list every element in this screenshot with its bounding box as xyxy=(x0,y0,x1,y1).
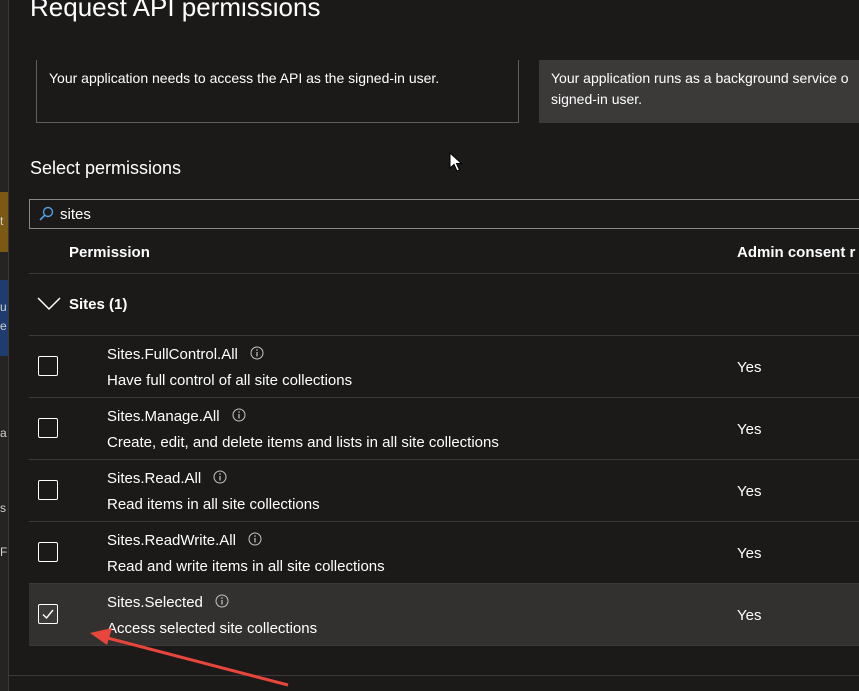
admin-consent-value: Yes xyxy=(737,607,762,624)
application-card-text-line1: Your application runs as a background se… xyxy=(551,70,849,86)
background-text-fragment: s xyxy=(0,501,6,515)
mouse-cursor-icon xyxy=(449,152,463,172)
group-label-sites: Sites (1) xyxy=(69,296,128,313)
permission-description: Create, edit, and delete items and lists… xyxy=(107,434,499,451)
background-text-fragment: e xyxy=(0,319,7,333)
table-row-selected[interactable]: Sites.Selected Access selected site coll… xyxy=(29,584,859,646)
permission-checkbox-checked[interactable] xyxy=(38,604,58,624)
permission-name-row: Sites.FullControl.All xyxy=(107,346,264,363)
permission-checkbox[interactable] xyxy=(38,356,58,376)
background-text-fragment: t xyxy=(0,214,4,228)
background-page-strip: t u e a s F xyxy=(0,0,8,691)
permission-checkbox[interactable] xyxy=(38,542,58,562)
admin-consent-value: Yes xyxy=(737,421,762,438)
permission-checkbox[interactable] xyxy=(38,418,58,438)
info-icon[interactable] xyxy=(250,346,264,360)
background-text-fragment: u xyxy=(0,300,7,314)
table-row[interactable]: Sites.FullControl.All Have full control … xyxy=(29,336,859,398)
permission-group-sites[interactable]: Sites (1) xyxy=(29,274,859,335)
info-icon[interactable] xyxy=(215,594,229,608)
background-text-fragment: a xyxy=(0,426,7,440)
info-icon[interactable] xyxy=(213,470,227,484)
permission-name: Sites.FullControl.All xyxy=(107,346,238,363)
permission-description: Read and write items in all site collect… xyxy=(107,558,385,575)
application-permissions-card[interactable]: Your application runs as a background se… xyxy=(539,60,859,123)
permission-description: Have full control of all site collection… xyxy=(107,372,353,389)
application-card-text-line2: signed-in user. xyxy=(551,91,643,107)
background-text-fragment: F xyxy=(0,545,8,559)
column-header-admin-consent[interactable]: Admin consent r xyxy=(737,233,855,273)
permission-search-box[interactable] xyxy=(29,199,859,229)
permission-name: Sites.Manage.All xyxy=(107,408,220,425)
permission-description: Access selected site collections xyxy=(107,620,318,637)
delegated-permissions-card[interactable]: Your application needs to access the API… xyxy=(36,60,519,123)
table-row[interactable]: Sites.Manage.All Create, edit, and delet… xyxy=(29,398,859,460)
info-icon[interactable] xyxy=(248,532,262,546)
delegated-card-text: Your application needs to access the API… xyxy=(49,70,440,86)
info-icon[interactable] xyxy=(232,408,246,422)
permission-name: Sites.Selected xyxy=(107,594,203,611)
column-header-permission[interactable]: Permission xyxy=(69,233,150,273)
permission-name-row: Sites.ReadWrite.All xyxy=(107,532,262,549)
permission-name-row: Sites.Read.All xyxy=(107,470,227,487)
background-chip-blue xyxy=(0,280,8,356)
table-row[interactable]: Sites.Read.All Read items in all site co… xyxy=(29,460,859,522)
search-icon xyxy=(39,206,54,221)
page-title: Request API permissions xyxy=(30,0,321,22)
footer-divider xyxy=(8,675,859,676)
permission-checkbox[interactable] xyxy=(38,480,58,500)
checkmark-icon xyxy=(42,609,54,620)
permission-description: Read items in all site collections xyxy=(107,496,320,513)
admin-consent-value: Yes xyxy=(737,483,762,500)
chevron-down-icon[interactable] xyxy=(37,292,61,316)
permission-name-row: Sites.Manage.All xyxy=(107,408,246,425)
admin-consent-value: Yes xyxy=(737,545,762,562)
select-permissions-heading: Select permissions xyxy=(30,158,182,178)
permission-name: Sites.Read.All xyxy=(107,470,202,487)
table-row[interactable]: Sites.ReadWrite.All Read and write items… xyxy=(29,522,859,584)
admin-consent-value: Yes xyxy=(737,359,762,376)
permission-search-input[interactable] xyxy=(60,200,850,228)
permission-name: Sites.ReadWrite.All xyxy=(107,532,236,549)
permission-name-row: Sites.Selected xyxy=(107,594,229,611)
